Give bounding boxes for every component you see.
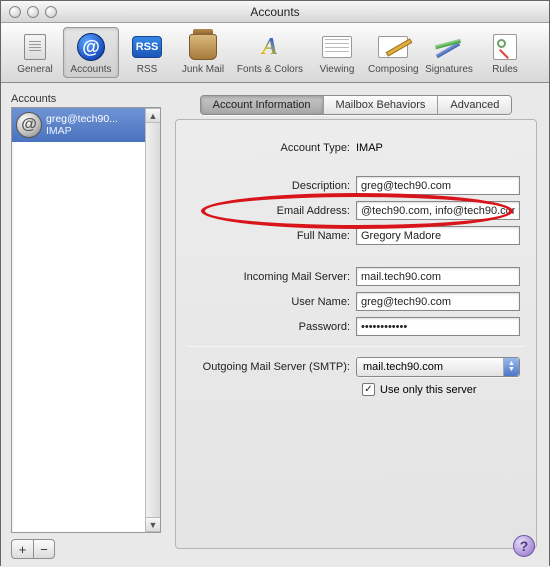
preferences-toolbar: General @ Accounts RSS RSS Junk Mail A F… bbox=[1, 23, 549, 83]
toolbar-fonts-label: Fonts & Colors bbox=[234, 64, 306, 75]
toolbar-general-label: General bbox=[10, 64, 60, 75]
toolbar-fonts-colors[interactable]: A Fonts & Colors bbox=[231, 27, 309, 78]
tab-mailbox-behaviors[interactable]: Mailbox Behaviors bbox=[324, 96, 439, 114]
divider bbox=[188, 346, 524, 347]
use-only-this-server-checkbox[interactable]: ✓ bbox=[362, 383, 375, 396]
help-button[interactable]: ? bbox=[513, 535, 535, 557]
full-name-input[interactable] bbox=[356, 226, 520, 245]
content-area: Account Information Mailbox Behaviors Ad… bbox=[169, 83, 549, 567]
composing-icon bbox=[378, 36, 408, 58]
toolbar-rules[interactable]: Rules bbox=[477, 27, 533, 78]
account-type: IMAP bbox=[46, 125, 142, 137]
window-controls bbox=[1, 6, 57, 18]
user-name-label: User Name: bbox=[188, 296, 356, 308]
toolbar-composing[interactable]: Composing bbox=[365, 27, 421, 78]
smtp-select-value: mail.tech90.com bbox=[363, 361, 443, 373]
password-label: Password: bbox=[188, 321, 356, 333]
main-area: Accounts @ greg@tech90... IMAP ▲ ▼ + − bbox=[1, 83, 549, 567]
description-label: Description: bbox=[188, 180, 356, 192]
toolbar-rss[interactable]: RSS RSS bbox=[119, 27, 175, 78]
email-address-label: Email Address: bbox=[188, 205, 356, 217]
account-type-label: Account Type: bbox=[188, 142, 356, 154]
tab-account-information[interactable]: Account Information bbox=[201, 96, 324, 114]
accounts-list[interactable]: @ greg@tech90... IMAP ▲ ▼ bbox=[11, 107, 161, 533]
add-remove-buttons: + − bbox=[11, 539, 161, 559]
tab-advanced[interactable]: Advanced bbox=[438, 96, 511, 114]
account-row[interactable]: @ greg@tech90... IMAP bbox=[12, 108, 160, 142]
chevron-updown-icon: ▲▼ bbox=[503, 358, 519, 376]
toolbar-junk-label: Junk Mail bbox=[178, 64, 228, 75]
close-window-button[interactable] bbox=[9, 6, 21, 18]
toolbar-composing-label: Composing bbox=[368, 64, 418, 75]
smtp-label: Outgoing Mail Server (SMTP): bbox=[188, 361, 356, 373]
toolbar-general[interactable]: General bbox=[7, 27, 63, 78]
tab-bar: Account Information Mailbox Behaviors Ad… bbox=[175, 95, 537, 115]
rules-icon bbox=[493, 34, 517, 60]
add-account-button[interactable]: + bbox=[11, 539, 33, 559]
toolbar-rules-label: Rules bbox=[480, 64, 530, 75]
use-only-this-server-row: ✓ Use only this server bbox=[362, 383, 524, 396]
toolbar-accounts-label: Accounts bbox=[66, 64, 116, 75]
accounts-scrollbar[interactable]: ▲ ▼ bbox=[145, 108, 160, 532]
scroll-down-icon[interactable]: ▼ bbox=[146, 517, 160, 532]
password-input[interactable] bbox=[356, 317, 520, 336]
full-name-label: Full Name: bbox=[188, 230, 356, 242]
use-only-this-server-label: Use only this server bbox=[380, 384, 477, 396]
minimize-window-button[interactable] bbox=[27, 6, 39, 18]
toolbar-rss-label: RSS bbox=[122, 64, 172, 75]
titlebar: Accounts bbox=[1, 1, 549, 23]
viewing-icon bbox=[322, 36, 352, 58]
accounts-heading: Accounts bbox=[11, 93, 161, 105]
incoming-server-input[interactable] bbox=[356, 267, 520, 286]
accounts-sidebar: Accounts @ greg@tech90... IMAP ▲ ▼ + − bbox=[1, 83, 169, 567]
toolbar-viewing-label: Viewing bbox=[312, 64, 362, 75]
description-input[interactable] bbox=[356, 176, 520, 195]
general-icon bbox=[24, 34, 46, 60]
rss-icon: RSS bbox=[132, 36, 162, 58]
zoom-window-button[interactable] bbox=[45, 6, 57, 18]
incoming-server-label: Incoming Mail Server: bbox=[188, 271, 356, 283]
account-info-pane: Account Type: IMAP Description: Email Ad… bbox=[175, 119, 537, 549]
user-name-input[interactable] bbox=[356, 292, 520, 311]
account-at-icon: @ bbox=[16, 112, 42, 138]
smtp-select[interactable]: mail.tech90.com ▲▼ bbox=[356, 357, 520, 377]
toolbar-signatures-label: Signatures bbox=[424, 64, 474, 75]
toolbar-junk-mail[interactable]: Junk Mail bbox=[175, 27, 231, 78]
toolbar-signatures[interactable]: Signatures bbox=[421, 27, 477, 78]
fonts-colors-icon: A bbox=[255, 33, 285, 61]
account-row-text: greg@tech90... IMAP bbox=[46, 113, 142, 137]
account-type-value: IMAP bbox=[356, 142, 524, 154]
signatures-icon bbox=[435, 36, 463, 58]
scroll-up-icon[interactable]: ▲ bbox=[146, 108, 160, 123]
account-name: greg@tech90... bbox=[46, 113, 142, 125]
junk-icon bbox=[189, 34, 217, 60]
window-title: Accounts bbox=[1, 5, 549, 19]
at-icon: @ bbox=[77, 33, 105, 61]
toolbar-accounts[interactable]: @ Accounts bbox=[63, 27, 119, 78]
remove-account-button[interactable]: − bbox=[33, 539, 55, 559]
email-address-input[interactable] bbox=[356, 201, 520, 220]
toolbar-viewing[interactable]: Viewing bbox=[309, 27, 365, 78]
